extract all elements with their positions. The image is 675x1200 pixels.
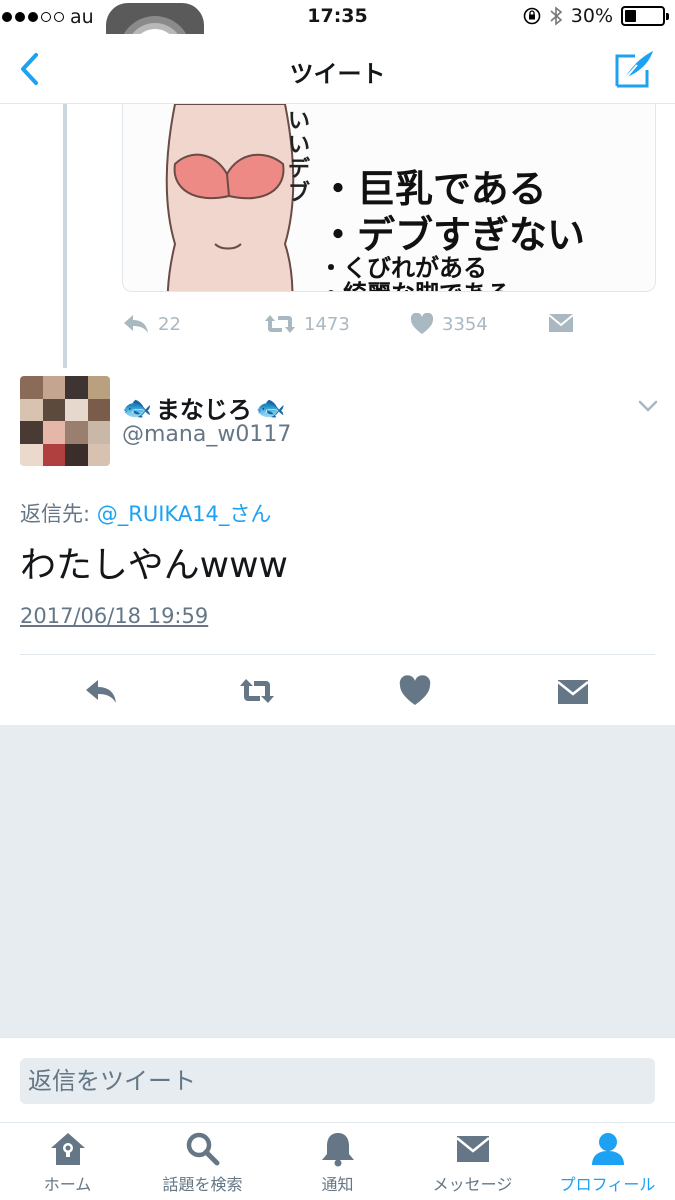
parent-tweet-actions: 22 1473 3354 — [122, 308, 662, 342]
battery-percent: 30% — [570, 5, 613, 27]
navigation-bar: ツイート — [0, 34, 675, 104]
thread-connector-line — [63, 104, 67, 368]
reply-to-line: 返信先: @_RUIKA14_さん — [20, 498, 271, 528]
heart-icon — [410, 313, 434, 334]
reply-icon — [124, 315, 148, 333]
tab-search[interactable]: 話題を検索 — [135, 1131, 270, 1195]
reply-composer: 返信をツイート — [0, 1037, 675, 1122]
status-right: 30% — [523, 5, 669, 27]
status-bar: au 17:35 30% — [0, 0, 675, 34]
media-caption-4: ・綺麗な脚である — [319, 274, 511, 291]
reply-icon[interactable] — [84, 674, 118, 708]
tweet-timestamp[interactable]: 2017/06/18 19:59 — [20, 604, 208, 628]
parent-like-button[interactable]: 3354 — [410, 313, 488, 335]
illustration-figure — [165, 104, 295, 291]
empty-replies-area — [0, 725, 675, 1037]
envelope-icon — [455, 1136, 490, 1162]
avatar[interactable] — [20, 376, 110, 466]
tab-home[interactable]: ホーム — [0, 1131, 135, 1195]
tab-messages-label: メッセージ — [432, 1175, 513, 1194]
parent-dm-button[interactable] — [548, 313, 574, 333]
compose-tweet-icon[interactable] — [613, 48, 655, 90]
retweet-count: 1473 — [304, 313, 350, 335]
tweet-text: わたしやんwww — [20, 545, 288, 586]
reply-input[interactable]: 返信をツイート — [20, 1058, 655, 1104]
tweet-actions — [0, 668, 675, 714]
chevron-down-icon[interactable] — [636, 396, 660, 416]
envelope-icon — [548, 314, 574, 332]
retweet-icon[interactable] — [238, 674, 276, 708]
user-handle[interactable]: @mana_w0117 — [122, 422, 291, 447]
fish-emoji-right: 🐟 — [255, 393, 286, 422]
media-vertical-text: いいデブ — [288, 109, 311, 206]
reply-to-user-link[interactable]: @_RUIKA14_さん — [97, 502, 272, 526]
fish-emoji-left: 🐟 — [122, 393, 152, 422]
battery-icon — [621, 6, 669, 26]
divider — [20, 654, 655, 655]
display-name[interactable]: 🐟 まなじろ 🐟 — [122, 390, 286, 425]
tab-messages[interactable]: メッセージ — [405, 1131, 540, 1195]
parent-retweet-button[interactable]: 1473 — [264, 313, 350, 335]
tab-bar: ホーム 話題を検索 通知 メッセージ プロフィール — [0, 1122, 675, 1200]
tab-notifications[interactable]: 通知 — [270, 1131, 405, 1195]
page-title: ツイート — [289, 60, 386, 88]
parent-tweet-media[interactable]: いいデブ ・巨乳である ・デブすぎない ・くびれがある ・綺麗な脚である — [122, 104, 656, 292]
tab-profile-label: プロフィール — [559, 1175, 656, 1194]
parent-reply-button[interactable]: 22 — [122, 313, 181, 335]
bluetooth-icon — [550, 6, 563, 26]
orientation-lock-icon — [523, 7, 541, 25]
display-name-text: まなじろ — [155, 396, 252, 424]
tab-home-label: ホーム — [43, 1175, 92, 1194]
person-icon — [591, 1133, 624, 1165]
search-icon — [186, 1132, 219, 1166]
tab-search-label: 話題を検索 — [162, 1175, 243, 1194]
tab-notifications-label: 通知 — [321, 1175, 354, 1194]
reply-to-label: 返信先: — [20, 502, 91, 526]
retweet-icon — [265, 315, 295, 333]
envelope-icon[interactable] — [556, 674, 590, 708]
bell-icon — [321, 1133, 354, 1167]
home-icon — [50, 1133, 85, 1165]
heart-icon[interactable] — [398, 674, 432, 708]
like-count: 3354 — [442, 313, 488, 335]
reply-count: 22 — [158, 313, 181, 335]
tab-profile[interactable]: プロフィール — [540, 1131, 675, 1195]
